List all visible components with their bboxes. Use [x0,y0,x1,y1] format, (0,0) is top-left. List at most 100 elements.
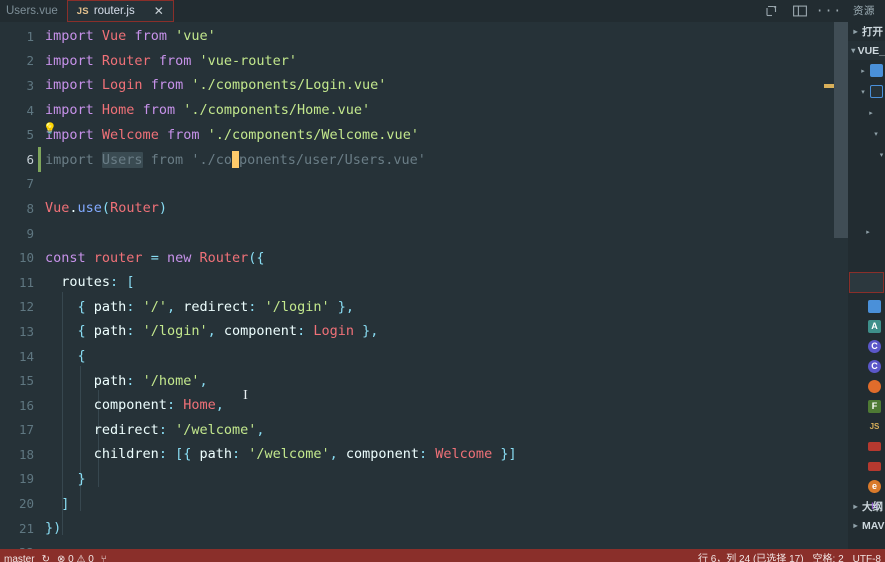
line-content: import Home from './components/Home.vue' [45,102,371,119]
tree-row[interactable]: ▾ [848,123,885,144]
list-item[interactable]: JS [848,416,885,436]
list-item[interactable]: e [848,476,885,496]
tree-row[interactable]: ▾ [848,144,885,165]
tab-users-vue[interactable]: Users.vue [0,0,67,22]
file-icon: F [868,399,881,413]
list-item[interactable] [848,376,885,396]
more-actions-icon[interactable]: ··· [816,0,842,22]
section-maven[interactable]: ▸ MAV [848,516,885,535]
list-item[interactable]: F [848,396,885,416]
line-content: Vue.use(Router) [45,200,167,217]
code-line[interactable]: 14 { [0,344,848,369]
line-number: 2 [26,53,34,69]
chevron-right-icon: ▸ [869,109,873,117]
status-indentation[interactable]: 空格: 2 [813,553,844,562]
code-line[interactable]: 💡 5 import Welcome from './components/We… [0,122,848,147]
line-number: 1 [26,28,34,44]
layout-panel-icon[interactable] [787,0,813,22]
code-line[interactable]: 2 import Router from 'vue-router' [0,49,848,74]
code-line[interactable]: 19 } [0,467,848,492]
tab-router-js[interactable]: JS router.js ✕ [66,0,174,22]
code-line[interactable]: 22 [0,540,848,549]
tree-row[interactable]: ▸ [848,102,885,123]
line-content: ] [61,495,70,512]
status-encoding[interactable]: UTF-8 [853,553,881,562]
code-line[interactable]: 4 import Home from './components/Home.vu… [0,98,848,123]
editor-tabbar: Users.vue JS router.js ✕ ··· [0,0,848,22]
tree-row-selected[interactable] [849,272,884,293]
line-content: import Vue from 'vue' [45,28,216,45]
code-line[interactable]: 11 routes: [ [0,270,848,295]
list-item[interactable]: C [848,356,885,376]
line-number: 21 [18,520,34,536]
scrollbar-thumb[interactable] [834,22,848,238]
code-line[interactable]: 17 redirect: '/welcome', [0,418,848,443]
code-line[interactable]: 1 import Vue from 'vue' [0,24,848,49]
tree-row[interactable]: ▾ [848,81,885,102]
line-number: 3 [26,77,34,93]
code-line[interactable]: 8 Vue.use(Router) [0,196,848,221]
status-sync-icon[interactable]: ↻ [42,553,50,562]
line-content: children: [{ path: '/welcome', component… [93,446,517,463]
code-line[interactable]: 18 children: [{ path: '/welcome', compon… [0,442,848,467]
line-number: 6 [26,151,34,167]
code-line[interactable]: 21 }) [0,516,848,541]
line-number: 12 [18,299,34,315]
file-icon: e [868,479,881,493]
explorer-title: 资源 [853,5,875,17]
editor-scrollbar[interactable] [834,22,848,549]
explorer-sidebar[interactable]: 资源 ▸ 打开 ▾ VUE_ ▸ ▾ ▸ ▾ ▾ ▸ A C C F JS e … [848,0,885,549]
code-line[interactable]: 16 component: Home, [0,393,848,418]
status-ports-icon[interactable]: ⑂ [101,553,107,562]
line-number: 16 [18,397,34,413]
code-line[interactable]: 12 { path: '/', redirect: '/login' }, [0,295,848,320]
list-item[interactable] [848,456,885,476]
code-line[interactable]: 10 const router = new Router({ [0,245,848,270]
lightbulb-quickfix-icon[interactable]: 💡 [43,123,57,134]
code-line[interactable]: 7 [0,172,848,197]
line-number: 5 [26,127,34,143]
line-content: import Login from './components/Login.vu… [45,77,387,94]
code-line[interactable]: 9 [0,221,848,246]
file-icon [868,461,881,471]
editor-actions: ··· [758,0,848,22]
list-item[interactable] [848,296,885,316]
list-item[interactable]: A [848,316,885,336]
code-line[interactable]: 15 path: '/home', [0,368,848,393]
chevron-right-icon: ▸ [861,67,865,75]
tab-label: Users.vue [6,5,58,17]
chevron-down-icon: ▾ [879,151,884,159]
code-editor[interactable]: 1 import Vue from 'vue' 2 import Router … [0,22,848,549]
code-line[interactable]: 3 import Login from './components/Login.… [0,73,848,98]
tab-label: router.js [93,5,135,17]
tree-row[interactable]: ▸ [848,221,885,242]
code-line[interactable]: 20 ] [0,491,848,516]
list-item[interactable] [848,436,885,456]
line-number: 20 [18,496,34,512]
close-icon[interactable]: ✕ [154,5,164,17]
line-content: routes: [ [61,274,135,291]
status-right: 行 6，列 24 (已选择 17) 空格: 2 UTF-8 [698,553,885,562]
sidebar-bottom-sections: ▸ 大纲 ▸ MAV [848,497,885,535]
tree-row[interactable]: ▸ [848,60,885,81]
section-project-folder[interactable]: ▾ VUE_ [848,41,885,60]
section-open-editors[interactable]: ▸ 打开 [848,22,885,41]
section-outline[interactable]: ▸ 大纲 [848,497,885,516]
line-number: 8 [26,200,34,216]
code-line-active[interactable]: 6 import Users from './co ponents/user/Us… [0,146,848,172]
text-caret [231,150,239,168]
line-number: 11 [18,274,34,290]
mouse-cursor-ibeam: I [243,388,248,403]
status-branch[interactable]: master [4,553,35,562]
line-number: 18 [18,446,34,462]
section-label: 打开 [862,26,883,38]
file-icon: JS [869,421,880,431]
status-problems[interactable]: ⊗ 0 ⚠ 0 [57,553,94,562]
code-line[interactable]: 13 { path: '/login', component: Login }, [0,319,848,344]
list-item[interactable]: C [848,336,885,356]
line-number: 19 [18,471,34,487]
chevron-down-icon: ▾ [861,88,865,96]
split-editor-icon[interactable] [758,0,784,22]
status-cursor-position[interactable]: 行 6，列 24 (已选择 17) [698,553,804,562]
line-content: import Welcome from './components/Welcom… [45,126,419,143]
